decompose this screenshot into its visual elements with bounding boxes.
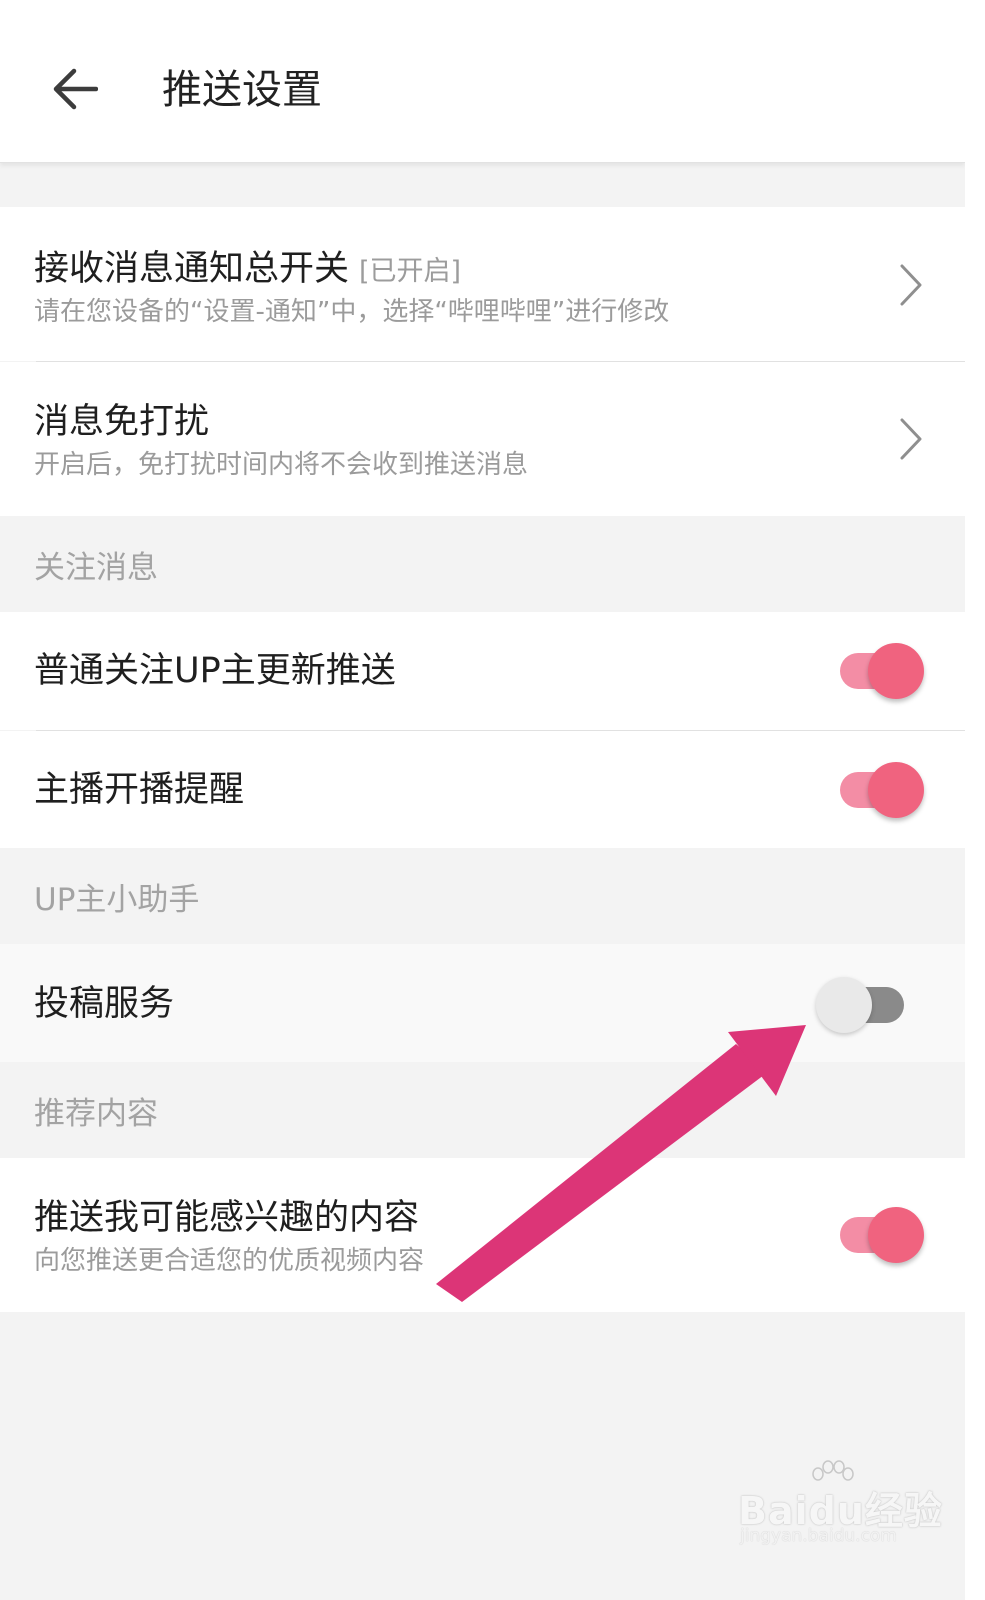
page-title: 推送设置 bbox=[162, 67, 322, 113]
section-label-up-helper: UP主小助手 bbox=[34, 881, 200, 918]
section-label-recommend: 推荐内容 bbox=[34, 1095, 158, 1132]
submission-service-title: 投稿服务 bbox=[34, 984, 175, 1024]
notification-master-subtitle: 请在您设备的“设置-通知”中，选择“哔哩哔哩”进行修改 bbox=[34, 297, 670, 327]
submission-service-toggle[interactable] bbox=[816, 977, 906, 1033]
interest-push-title: 推送我可能感兴趣的内容 bbox=[34, 1198, 420, 1238]
notification-master-title: 接收消息通知总开关 [已开启] bbox=[34, 249, 462, 289]
section-header-up-helper: UP主小助手 bbox=[0, 848, 965, 944]
notification-status-tag: [已开启] bbox=[359, 256, 462, 287]
follow-updates-title: 普通关注UP主更新推送 bbox=[34, 651, 396, 691]
toggle-thumb bbox=[868, 762, 924, 818]
back-button[interactable] bbox=[40, 56, 110, 122]
watermark-url: jingyan.baidu.com bbox=[740, 1526, 897, 1546]
do-not-disturb-subtitle: 开启后，免打扰时间内将不会收到推送消息 bbox=[34, 450, 529, 480]
interest-push-toggle[interactable] bbox=[838, 1207, 928, 1263]
section-header-follow: 关注消息 bbox=[0, 516, 965, 612]
live-reminder-title: 主播开播提醒 bbox=[34, 770, 245, 810]
live-reminder-toggle[interactable] bbox=[838, 762, 928, 818]
chevron-right-icon bbox=[894, 416, 928, 462]
notification-master-switch-row[interactable]: 接收消息通知总开关 [已开启] 请在您设备的“设置-通知”中，选择“哔哩哔哩”进行… bbox=[0, 207, 965, 361]
follow-updates-toggle[interactable] bbox=[838, 643, 928, 699]
interest-push-row[interactable]: 推送我可能感兴趣的内容 向您推送更合适您的优质视频内容 bbox=[0, 1158, 965, 1312]
do-not-disturb-title: 消息免打扰 bbox=[34, 402, 210, 442]
toggle-thumb bbox=[868, 643, 924, 699]
app-header: 推送设置 bbox=[0, 0, 965, 163]
live-reminder-row[interactable]: 主播开播提醒 bbox=[0, 731, 965, 848]
arrow-left-icon bbox=[53, 68, 98, 110]
interest-push-subtitle: 向您推送更合适您的优质视频内容 bbox=[34, 1246, 425, 1276]
chevron-right-icon bbox=[894, 262, 928, 308]
do-not-disturb-row[interactable]: 消息免打扰 开启后，免打扰时间内将不会收到推送消息 bbox=[0, 362, 965, 516]
section-label-follow: 关注消息 bbox=[34, 549, 158, 586]
submission-service-row[interactable]: 投稿服务 bbox=[0, 944, 965, 1062]
toggle-thumb bbox=[868, 1207, 924, 1263]
toggle-thumb bbox=[816, 977, 872, 1033]
screen-edge bbox=[965, 0, 985, 1600]
baidu-jingyan-watermark: Baidu经验 jingyan.baidu.com bbox=[738, 1460, 942, 1550]
follow-updates-row[interactable]: 普通关注UP主更新推送 bbox=[0, 612, 965, 730]
section-header-recommend: 推荐内容 bbox=[0, 1062, 965, 1158]
